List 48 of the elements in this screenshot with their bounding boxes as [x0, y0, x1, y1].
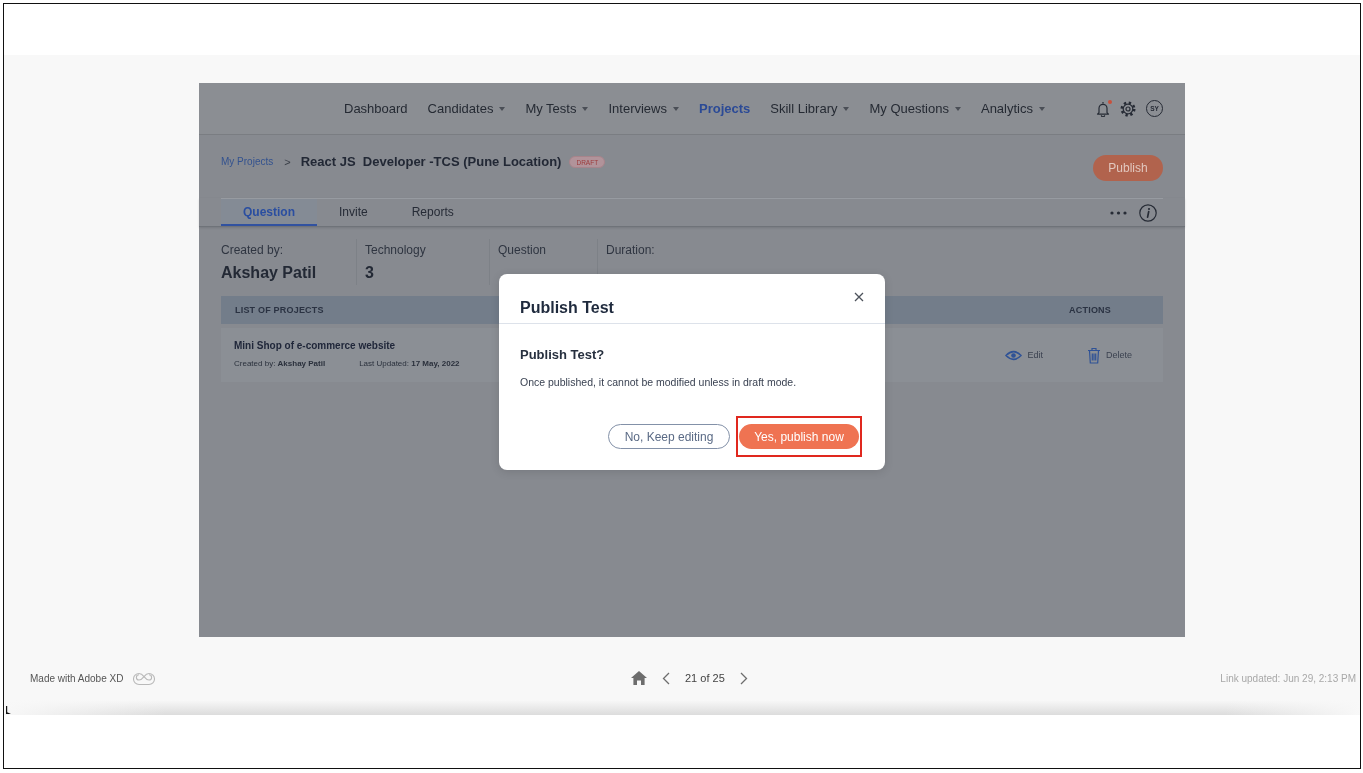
nav-menu-item[interactable]: My Tests — [525, 101, 589, 116]
nav-menu-item[interactable]: Analytics — [980, 101, 1045, 116]
column-header: LIST OF PROJECTS — [235, 305, 324, 315]
page-title: React JS Developer -TCS (Pune Location) — [300, 154, 562, 170]
trash-icon — [1087, 346, 1101, 364]
nav-menu-item[interactable]: Dashboard — [344, 101, 408, 116]
rings-logo-icon — [133, 670, 156, 686]
stat-value: Akshay Patil — [221, 263, 318, 283]
nav-menu-item[interactable]: Projects — [699, 101, 751, 116]
page-counter: 21 of 25 — [685, 672, 725, 684]
project-title: Mini Shop of e-commerce website — [234, 339, 397, 353]
nav-menu-item[interactable]: Interviews — [608, 101, 679, 116]
made-with-label: Made with Adobe XD — [30, 672, 124, 684]
chevron-right-icon[interactable] — [739, 671, 748, 685]
eye-icon — [1005, 349, 1023, 361]
tab[interactable]: Invite — [317, 199, 390, 226]
edit-link[interactable]: Edit — [1005, 349, 1043, 361]
column-header: ACTIONS — [1069, 305, 1111, 315]
settings-icon[interactable] — [1120, 100, 1136, 117]
bell-icon[interactable] — [1096, 100, 1110, 117]
stat-label: Created by: — [221, 242, 285, 258]
last-updated-text: Last Updated: 17 May, 2022 — [359, 358, 460, 370]
delete-link[interactable]: Delete — [1087, 346, 1132, 364]
publish-button[interactable]: Publish — [1093, 155, 1163, 181]
corner-mark-icon — [6, 706, 11, 714]
info-icon[interactable] — [1139, 203, 1157, 222]
home-icon[interactable] — [631, 671, 647, 685]
tab[interactable]: Reports — [389, 199, 476, 226]
confirm-button[interactable]: Yes, publish now — [739, 424, 859, 449]
nav-menu-item[interactable]: My Questions — [869, 101, 961, 116]
dialog-title: Publish Test — [520, 298, 614, 318]
nav-menu-item[interactable]: Skill Library — [770, 101, 850, 116]
chevron-left-icon[interactable] — [662, 671, 670, 685]
link-updated-label: Link updated: Jun 29, 2:13 PM — [1220, 672, 1357, 684]
nav-menu-item[interactable]: Candidates — [427, 101, 506, 116]
more-icon[interactable] — [1110, 210, 1127, 215]
stat-label: Question — [498, 242, 548, 258]
stat-label: Technology — [365, 242, 427, 258]
breadcrumb-link[interactable]: My Projects — [221, 154, 274, 170]
dialog-message: Once published, it cannot be modified unless in draft mode. — [520, 375, 798, 390]
breadcrumb-separator: > — [284, 155, 291, 170]
tab[interactable]: Question — [221, 199, 317, 226]
dialog-heading: Publish Test? — [520, 347, 606, 363]
created-by-text: Created by: Akshay Patil — [234, 358, 326, 370]
stat-value: 3 — [365, 263, 375, 283]
cancel-button[interactable]: No, Keep editing — [608, 424, 730, 449]
stat-label: Duration: — [606, 242, 655, 258]
close-icon[interactable] — [854, 292, 864, 302]
